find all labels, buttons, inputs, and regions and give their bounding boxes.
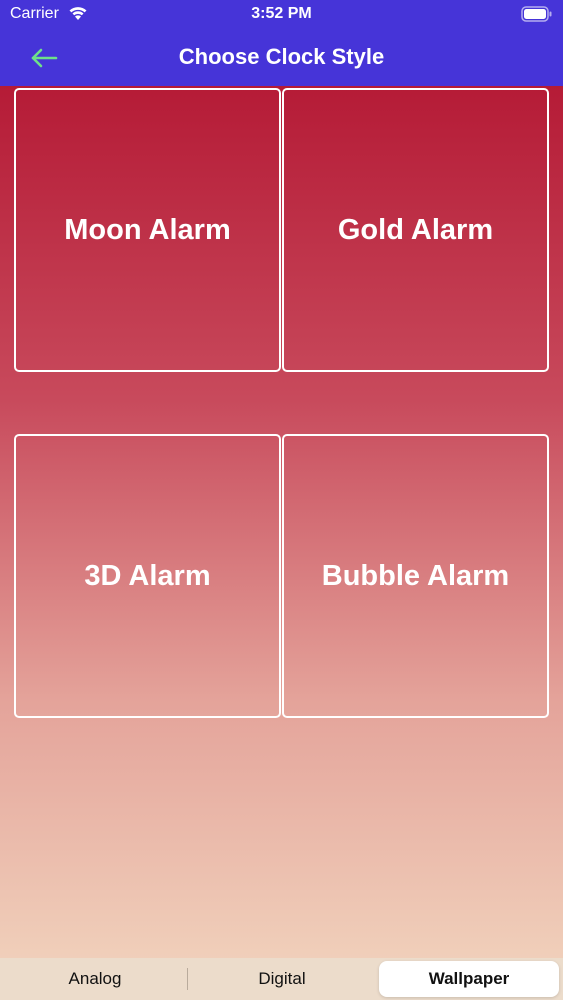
page-title: Choose Clock Style bbox=[178, 44, 385, 69]
top-bar: Carrier 3:52 PM Choose Clock Style bbox=[0, 0, 563, 86]
navigation-bar: Choose Clock Style bbox=[0, 34, 563, 82]
tile-label: Moon Alarm bbox=[64, 213, 231, 246]
tab-analog[interactable]: Analog bbox=[4, 961, 186, 997]
tab-divider bbox=[187, 968, 188, 990]
battery-icon bbox=[521, 6, 552, 22]
moon-alarm-tile[interactable]: Moon Alarm bbox=[14, 88, 281, 372]
status-time: 3:52 PM bbox=[251, 5, 312, 22]
tile-label: Gold Alarm bbox=[337, 213, 494, 246]
3d-alarm-tile[interactable]: 3D Alarm bbox=[14, 434, 281, 718]
clock-style-screen: Carrier 3:52 PM Choose Clock Style Moon bbox=[0, 0, 563, 1000]
tile-label: Bubble Alarm bbox=[321, 559, 510, 592]
status-bar: Carrier 3:52 PM bbox=[0, 0, 563, 30]
gold-alarm-tile[interactable]: Gold Alarm bbox=[282, 88, 549, 372]
tile-label: 3D Alarm bbox=[84, 559, 211, 592]
bubble-alarm-tile[interactable]: Bubble Alarm bbox=[282, 434, 549, 718]
tab-digital[interactable]: Digital bbox=[189, 961, 375, 997]
tab-wallpaper[interactable]: Wallpaper bbox=[379, 961, 559, 997]
segmented-control: Analog Digital Wallpaper bbox=[0, 958, 563, 1000]
